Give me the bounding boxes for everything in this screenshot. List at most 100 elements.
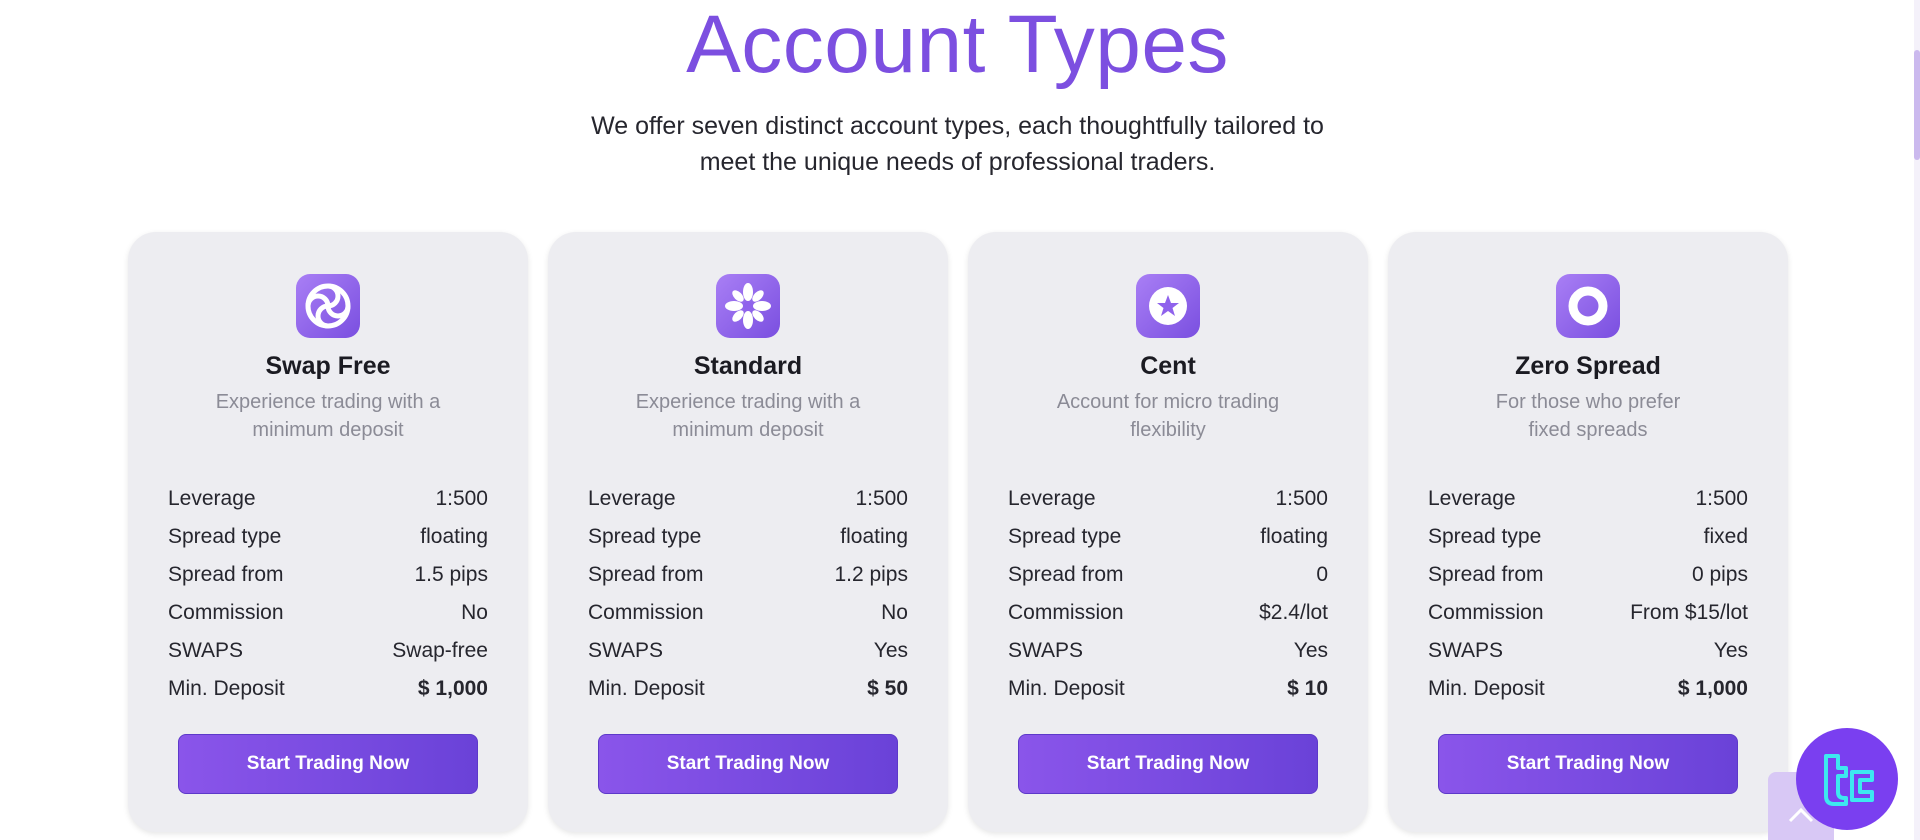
spec-list: Leverage 1:500 Spread type fixed Spread fr… [1428, 480, 1748, 708]
spec-row-spread-from: Spread from 0 pips [1428, 556, 1748, 594]
spec-row-spread-from: Spread from 1.2 pips [588, 556, 908, 594]
spec-label: Leverage [1428, 487, 1516, 510]
card-title: Zero Spread [1515, 352, 1661, 380]
card-description-line: minimum deposit [672, 419, 824, 441]
spec-value: 1:500 [1275, 487, 1328, 510]
spec-row-swaps: SWAPS Yes [588, 632, 908, 670]
spec-row-min-deposit: Min. Deposit $ 1,000 [1428, 670, 1748, 708]
flower-icon [716, 274, 780, 338]
spec-value: From $15/lot [1630, 601, 1748, 624]
spec-value: fixed [1703, 525, 1748, 548]
start-trading-button[interactable]: Start Trading Now [1438, 734, 1738, 794]
spec-label: Spread from [588, 563, 704, 586]
spec-value: $ 1,000 [417, 677, 488, 700]
start-trading-button[interactable]: Start Trading Now [598, 734, 898, 794]
tc-logo-badge[interactable] [1796, 728, 1898, 830]
spec-value: $ 50 [867, 677, 908, 700]
spec-row-spread-type: Spread type floating [588, 518, 908, 556]
spec-label: Commission [1008, 601, 1124, 624]
spec-value: No [881, 601, 908, 624]
spec-label: Spread type [168, 525, 282, 548]
account-card-standard: Standard Experience trading with a minim… [548, 232, 948, 832]
page-title: Account Types [686, 0, 1229, 90]
account-card-swap-free: Swap Free Experience trading with a mini… [128, 232, 528, 832]
spec-value: $ 1,000 [1677, 677, 1748, 700]
spec-row-leverage: Leverage 1:500 [1428, 480, 1748, 518]
spec-label: SWAPS [588, 639, 664, 662]
card-description-line: Experience trading with a [215, 391, 441, 413]
spec-value: Swap-free [392, 639, 488, 662]
spec-row-commission: Commission From $15/lot [1428, 594, 1748, 632]
card-description: Experience trading with a minimum deposi… [188, 388, 468, 444]
spec-row-leverage: Leverage 1:500 [588, 480, 908, 518]
spec-row-spread-from: Spread from 0 [1008, 556, 1328, 594]
spec-label: Leverage [168, 487, 256, 510]
spec-value: floating [420, 525, 488, 548]
account-card-zero-spread: Zero Spread For those who prefer fixed s… [1388, 232, 1788, 832]
card-title: Standard [693, 352, 803, 380]
start-trading-button[interactable]: Start Trading Now [178, 734, 478, 794]
spec-label: Spread from [168, 563, 284, 586]
spec-row-min-deposit: Min. Deposit $ 10 [1008, 670, 1328, 708]
spec-value: 0 pips [1691, 563, 1748, 586]
spec-row-spread-type: Spread type fixed [1428, 518, 1748, 556]
spec-label: Spread from [1008, 563, 1124, 586]
subtitle-line: We offer seven distinct account types, e… [591, 112, 1324, 140]
spec-row-swaps: SWAPS Swap-free [168, 632, 488, 670]
spec-label: Commission [1428, 601, 1544, 624]
spec-label: Leverage [1008, 487, 1096, 510]
start-trading-button[interactable]: Start Trading Now [1018, 734, 1318, 794]
spec-list: Leverage 1:500 Spread type floating Spread… [168, 480, 488, 708]
spec-label: Min. Deposit [588, 677, 705, 700]
spec-value: Yes [1293, 639, 1328, 662]
subtitle-line: meet the unique needs of professional tr… [699, 148, 1216, 176]
page-subtitle: We offer seven distinct account types, e… [0, 108, 1915, 180]
spec-row-spread-from: Spread from 1.5 pips [168, 556, 488, 594]
card-title: Cent [1140, 352, 1196, 380]
card-title: Swap Free [265, 352, 391, 380]
spec-row-commission: Commission No [588, 594, 908, 632]
spec-row-swaps: SWAPS Yes [1428, 632, 1748, 670]
spec-row-leverage: Leverage 1:500 [168, 480, 488, 518]
spec-label: Commission [168, 601, 284, 624]
card-description-line: fixed spreads [1528, 419, 1648, 441]
card-description-line: Experience trading with a [635, 391, 861, 413]
ring-icon [1556, 274, 1620, 338]
card-description: For those who prefer fixed spreads [1448, 388, 1728, 444]
spec-value: floating [840, 525, 908, 548]
card-description: Account for micro trading flexibility [1028, 388, 1308, 444]
spec-row-swaps: SWAPS Yes [1008, 632, 1328, 670]
spec-value: 1:500 [1695, 487, 1748, 510]
spec-label: Commission [588, 601, 704, 624]
star-badge-icon [1136, 274, 1200, 338]
spec-label: Min. Deposit [1428, 677, 1545, 700]
spec-value: floating [1260, 525, 1328, 548]
spec-row-min-deposit: Min. Deposit $ 1,000 [168, 670, 488, 708]
spec-row-spread-type: Spread type floating [168, 518, 488, 556]
spec-label: Spread from [1428, 563, 1544, 586]
spec-label: Leverage [588, 487, 676, 510]
card-description-line: For those who prefer [1495, 391, 1681, 413]
scrollbar-thumb[interactable] [1914, 50, 1920, 160]
spec-label: Min. Deposit [168, 677, 285, 700]
spec-label: Min. Deposit [1008, 677, 1125, 700]
spec-row-commission: Commission No [168, 594, 488, 632]
spec-row-spread-type: Spread type floating [1008, 518, 1328, 556]
spec-value: Yes [1713, 639, 1748, 662]
swirl-icon [296, 274, 360, 338]
spec-label: Spread type [1428, 525, 1542, 548]
spec-row-min-deposit: Min. Deposit $ 50 [588, 670, 908, 708]
card-description-line: flexibility [1130, 419, 1206, 441]
spec-row-leverage: Leverage 1:500 [1008, 480, 1328, 518]
spec-label: SWAPS [168, 639, 244, 662]
spec-value: $2.4/lot [1259, 601, 1328, 624]
spec-value: 0 [1316, 563, 1328, 586]
spec-label: Spread type [1008, 525, 1122, 548]
spec-list: Leverage 1:500 Spread type floating Spread… [1008, 480, 1328, 708]
spec-value: Yes [873, 639, 908, 662]
spec-value: 1:500 [435, 487, 488, 510]
tc-logo-icon [1812, 742, 1882, 817]
spec-label: Spread type [588, 525, 702, 548]
spec-value: No [461, 601, 488, 624]
spec-row-commission: Commission $2.4/lot [1008, 594, 1328, 632]
